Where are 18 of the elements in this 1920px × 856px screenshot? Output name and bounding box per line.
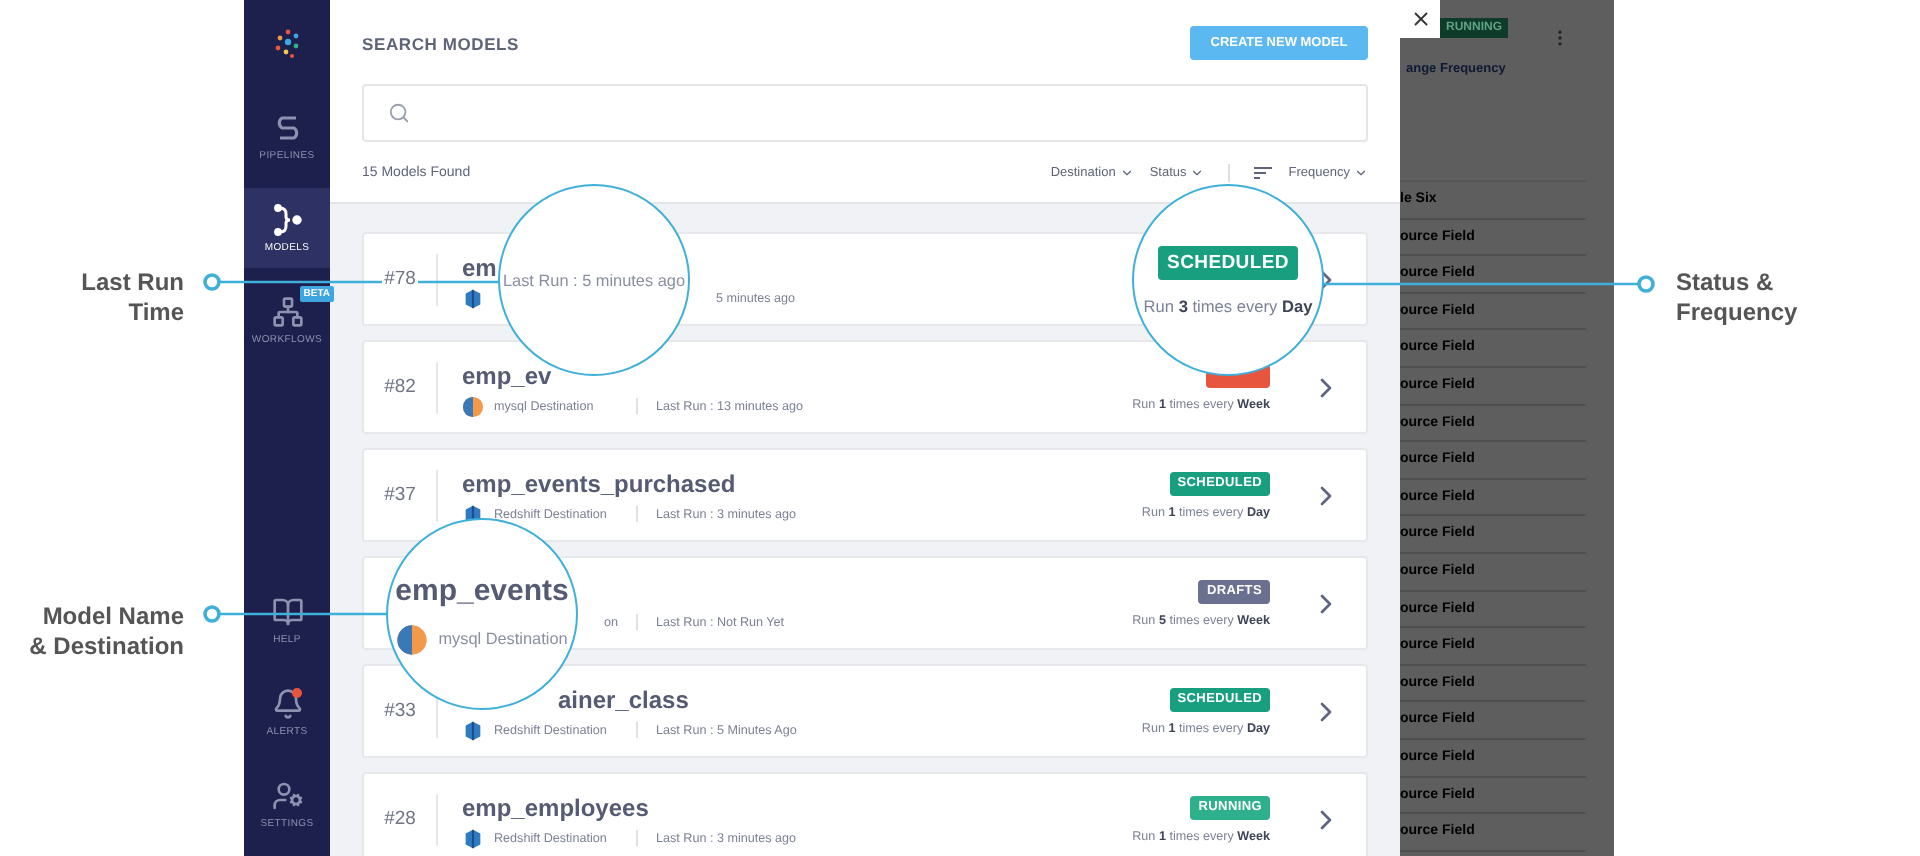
status-badge: SCHEDULED [1157, 245, 1299, 279]
model-name: emp_employees [462, 796, 649, 820]
run-frequency: Run 3 times every Day [1143, 295, 1313, 315]
callout-label: Model Name & Destination [27, 602, 184, 662]
last-run-text: Last Run : 5 minutes ago [502, 271, 686, 289]
model-number: #28 [382, 808, 418, 830]
model-number: #82 [382, 376, 418, 398]
model-name: emp_ev [462, 364, 552, 388]
callout-label: Status & Frequency [1676, 268, 1800, 328]
destination-text: mysql Destination [438, 630, 568, 648]
model-name: em [462, 256, 497, 280]
page-title: SEARCH MODELS [362, 33, 520, 53]
model-name: emp_events [395, 573, 569, 607]
callout-label: Last Run Time [79, 268, 184, 328]
model-name: emp_events_purchased [462, 472, 736, 496]
model-number: #37 [382, 484, 418, 506]
model-name: ainer_class [558, 688, 689, 712]
model-number: #78 [382, 268, 418, 290]
